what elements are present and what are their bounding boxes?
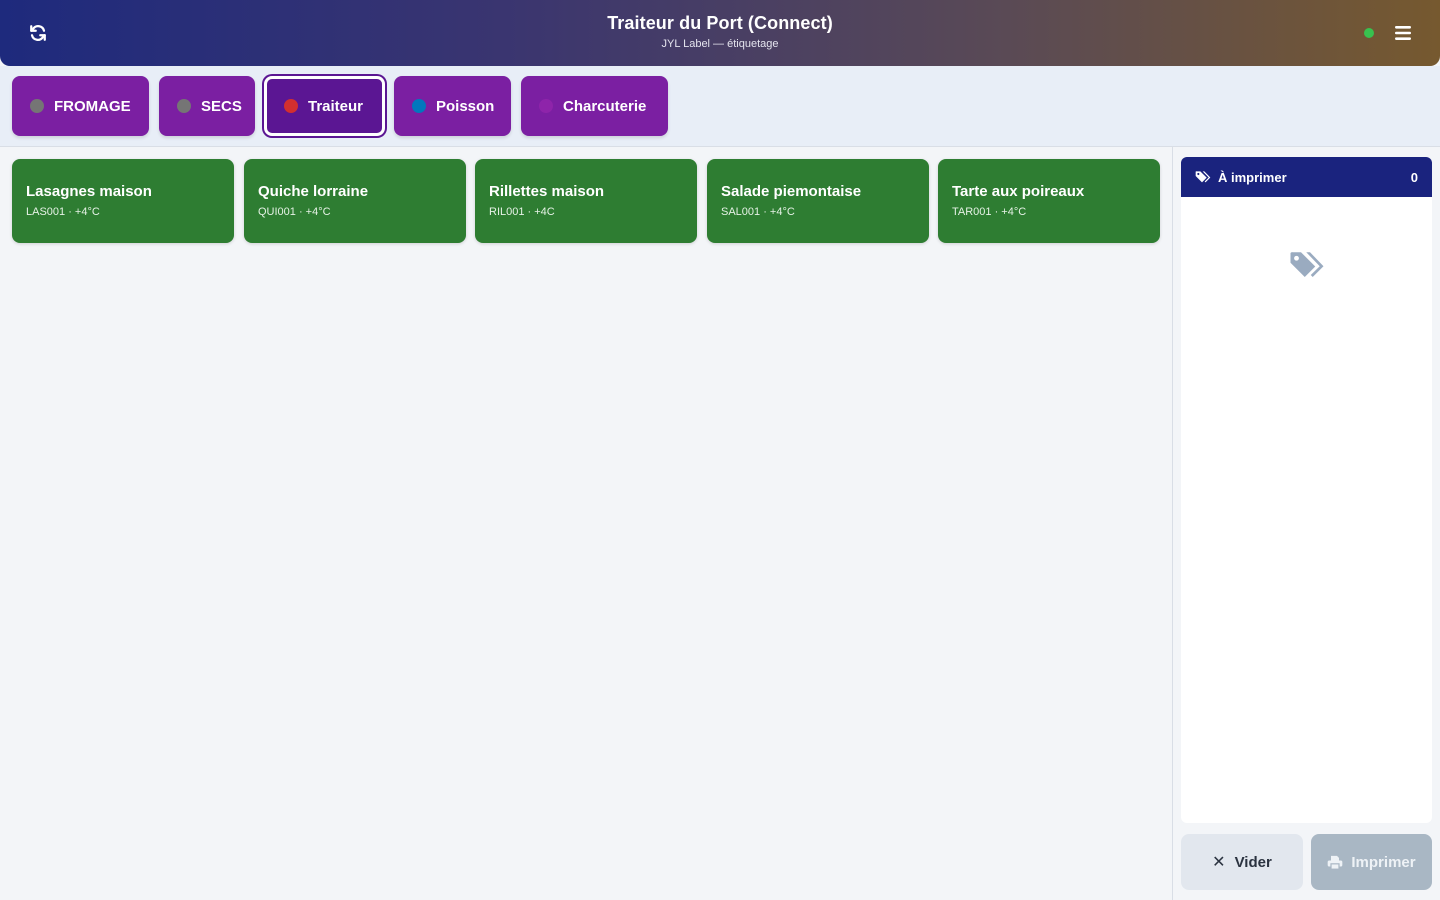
category-bar: FROMAGE SECS Traiteur Poisson Charcuteri…	[0, 66, 1440, 147]
category-tab-charcuterie[interactable]: Charcuterie	[521, 76, 668, 136]
tags-icon	[1195, 171, 1211, 183]
product-name: Salade piemontaise	[721, 183, 862, 200]
category-label: SECS	[201, 97, 242, 115]
product-info: QUI001 · +4°C	[258, 206, 331, 218]
product-card[interactable]: Rillettes maison RIL001 · +4C	[475, 159, 697, 243]
category-label: Traiteur	[308, 97, 364, 115]
app-header: Traiteur du Port (Connect) JYL Label — é…	[0, 0, 1440, 66]
print-queue-panel: À imprimer 0	[1181, 157, 1432, 823]
product-info: LAS001 · +4°C	[26, 206, 100, 218]
page-subtitle: JYL Label — étiquetage	[661, 38, 779, 50]
product-grid: Lasagnes maison LAS001 · +4°C Quiche lor…	[0, 147, 1172, 900]
product-name: Rillettes maison	[489, 183, 605, 200]
category-color-dot	[30, 99, 44, 113]
product-card[interactable]: Lasagnes maison LAS001 · +4°C	[12, 159, 234, 243]
print-queue-count: 0	[1410, 169, 1418, 185]
refresh-button[interactable]	[22, 17, 54, 49]
product-card[interactable]: Salade piemontaise SAL001 · +4°C	[707, 159, 929, 243]
category-label: FROMAGE	[54, 97, 131, 115]
category-color-dot	[284, 99, 298, 113]
close-icon: ✕	[1212, 854, 1226, 871]
page-title: Traiteur du Port (Connect)	[607, 13, 833, 33]
connection-status-indicator	[1364, 28, 1374, 38]
category-tab-secs[interactable]: SECS	[159, 76, 255, 136]
product-card[interactable]: Tarte aux poireaux TAR001 · +4°C	[938, 159, 1160, 243]
menu-button[interactable]	[1390, 20, 1416, 46]
category-color-dot	[412, 99, 426, 113]
tags-icon	[1290, 252, 1323, 277]
product-info: TAR001 · +4°C	[952, 206, 1027, 218]
product-name: Tarte aux poireaux	[952, 183, 1085, 200]
category-label: Poisson	[436, 97, 495, 115]
category-label: Charcuterie	[563, 97, 647, 115]
print-label: Imprimer	[1351, 853, 1416, 871]
product-info: SAL001 · +4°C	[721, 206, 795, 218]
clear-label: Vider	[1234, 853, 1272, 871]
category-color-dot	[539, 99, 553, 113]
category-color-dot	[177, 99, 191, 113]
print-queue-empty-state	[1181, 197, 1432, 281]
print-queue-title: À imprimer	[1218, 169, 1287, 185]
product-card[interactable]: Quiche lorraine QUI001 · +4°C	[244, 159, 466, 243]
category-tab-traiteur[interactable]: Traiteur	[264, 76, 385, 136]
category-tab-fromage[interactable]: FROMAGE	[12, 76, 149, 136]
product-info: RIL001 · +4C	[489, 206, 555, 218]
product-name: Quiche lorraine	[258, 183, 369, 200]
clear-queue-button[interactable]: ✕ Vider	[1181, 834, 1303, 890]
refresh-icon	[30, 25, 46, 41]
print-button[interactable]: Imprimer	[1311, 834, 1432, 890]
category-tab-poisson[interactable]: Poisson	[394, 76, 511, 136]
print-queue-header: À imprimer 0	[1181, 157, 1432, 197]
hamburger-menu-icon	[1395, 26, 1411, 40]
panel-divider	[1172, 147, 1173, 900]
printer-icon	[1328, 855, 1343, 870]
product-name: Lasagnes maison	[26, 183, 152, 200]
